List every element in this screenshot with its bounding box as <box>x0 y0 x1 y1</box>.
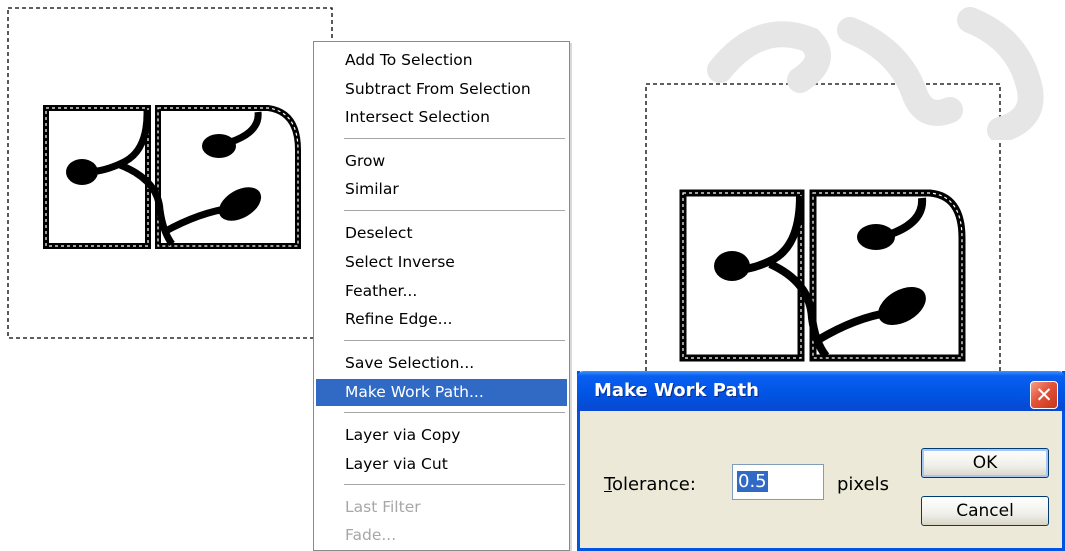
watermark-graphic <box>700 0 1065 143</box>
left-artwork <box>7 7 333 339</box>
dialog-title: Make Work Path <box>594 380 759 401</box>
tolerance-input[interactable]: 0.5 <box>732 464 824 500</box>
menu-item-last-filter: Last Filter <box>345 498 421 516</box>
menu-item-fade: Fade... <box>345 526 397 544</box>
menu-item-grow[interactable]: Grow <box>316 148 567 175</box>
menu-separator <box>344 210 565 212</box>
menu-item-subtract-from-selection[interactable]: Subtract From Selection <box>316 76 567 103</box>
menu-separator <box>344 484 565 486</box>
tolerance-label: Tolerance: <box>604 474 696 495</box>
dialog-title-bar[interactable]: Make Work Path ✕ <box>577 371 1065 411</box>
context-menu: Add To Selection Subtract From Selection… <box>313 41 570 551</box>
menu-item-save-selection[interactable]: Save Selection... <box>316 350 567 377</box>
tolerance-access-key: T <box>604 474 612 495</box>
tolerance-value: 0.5 <box>737 471 768 492</box>
menu-item-layer-via-copy[interactable]: Layer via Copy <box>316 422 567 449</box>
make-work-path-dialog: Make Work Path ✕ Tolerance: 0.5 pixels O… <box>577 371 1065 551</box>
menu-item-deselect[interactable]: Deselect <box>316 220 567 247</box>
ok-button[interactable]: OK <box>921 448 1049 478</box>
menu-item-layer-via-cut[interactable]: Layer via Cut <box>316 451 567 478</box>
left-canvas <box>0 0 340 345</box>
cancel-button[interactable]: Cancel <box>921 496 1049 526</box>
menu-separator <box>344 340 565 342</box>
menu-item-feather[interactable]: Feather... <box>316 278 567 305</box>
menu-item-select-inverse[interactable]: Select Inverse <box>316 249 567 276</box>
menu-item-make-work-path[interactable]: Make Work Path... <box>316 379 567 406</box>
menu-item-refine-edge[interactable]: Refine Edge... <box>316 306 567 333</box>
menu-item-intersect-selection[interactable]: Intersect Selection <box>316 104 567 131</box>
close-icon[interactable]: ✕ <box>1030 381 1058 409</box>
menu-separator <box>344 138 565 140</box>
tolerance-label-text: olerance: <box>611 474 696 495</box>
menu-item-similar[interactable]: Similar <box>316 176 567 203</box>
menu-separator <box>344 412 565 414</box>
unit-label: pixels <box>837 474 889 495</box>
menu-item-add-to-selection[interactable]: Add To Selection <box>316 47 567 74</box>
